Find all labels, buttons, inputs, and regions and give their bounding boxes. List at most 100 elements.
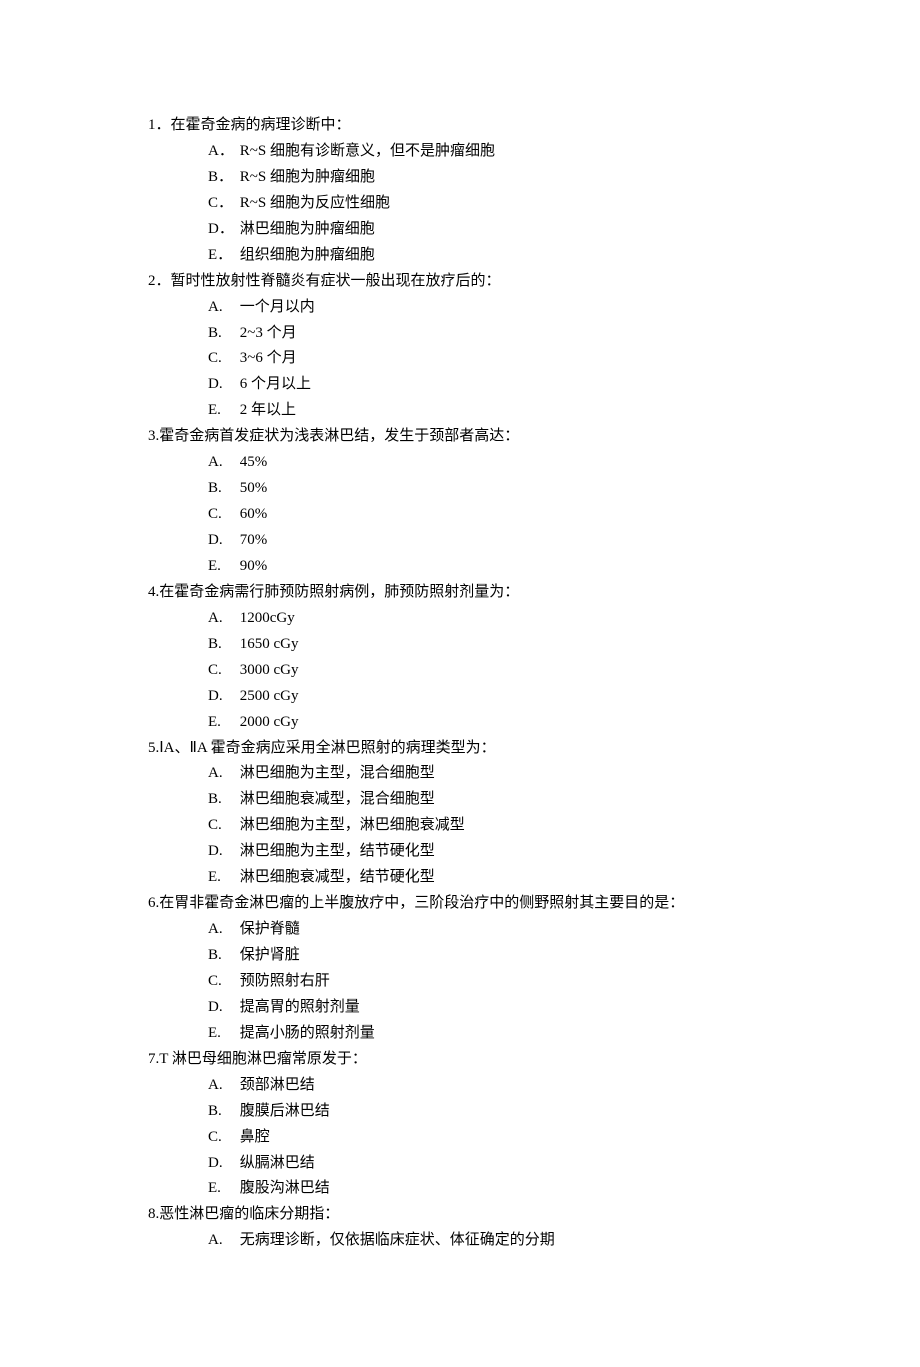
option-text: 组织细胞为肿瘤细胞 xyxy=(240,247,375,263)
option-item: D． 淋巴细胞为肿瘤细胞 xyxy=(208,217,780,243)
question-number: 1． xyxy=(148,117,171,133)
option-label: B. xyxy=(208,943,236,969)
option-text: R~S 细胞为反应性细胞 xyxy=(240,195,390,211)
option-text: 淋巴细胞为主型，混合细胞型 xyxy=(240,765,435,781)
option-label: D. xyxy=(208,1151,236,1177)
question-number: 4. xyxy=(148,584,159,600)
option-text: 6 个月以上 xyxy=(240,376,311,392)
option-item: E. 2000 cGy xyxy=(208,710,780,736)
option-text: 2000 cGy xyxy=(240,714,299,730)
question-2: 2．暂时性放射性脊髓炎有症状一般出现在放疗后的：A. 一个月以内B. 2~3 个… xyxy=(148,269,780,425)
question-7: 7.T 淋巴母细胞淋巴瘤常原发于：A. 颈部淋巴结B. 腹膜后淋巴结C. 鼻腔D… xyxy=(148,1047,780,1203)
options-list: A. 无病理诊断，仅依据临床症状、体征确定的分期 xyxy=(148,1228,780,1254)
option-label: A. xyxy=(208,450,236,476)
option-label: B. xyxy=(208,476,236,502)
option-item: A. 1200cGy xyxy=(208,606,780,632)
question-text: 8.恶性淋巴瘤的临床分期指： xyxy=(148,1202,780,1228)
question-stem: 在霍奇金病的病理诊断中： xyxy=(171,117,351,133)
option-text: 淋巴细胞为肿瘤细胞 xyxy=(240,221,375,237)
option-text: 2 年以上 xyxy=(240,402,296,418)
options-list: A. 1200cGyB. 1650 cGyC. 3000 cGyD. 2500 … xyxy=(148,606,780,736)
option-text: R~S 细胞为肿瘤细胞 xyxy=(240,169,375,185)
option-item: C. 淋巴细胞为主型，淋巴细胞衰减型 xyxy=(208,813,780,839)
option-item: E. 90% xyxy=(208,554,780,580)
question-stem: 暂时性放射性脊髓炎有症状一般出现在放疗后的： xyxy=(171,273,501,289)
option-item: A. 保护脊髓 xyxy=(208,917,780,943)
question-number: 2． xyxy=(148,273,171,289)
option-item: A. 无病理诊断，仅依据临床症状、体征确定的分期 xyxy=(208,1228,780,1254)
question-stem: 在胃非霍奇金淋巴瘤的上半腹放疗中，三阶段治疗中的侧野照射其主要目的是： xyxy=(159,895,684,911)
option-item: E. 2 年以上 xyxy=(208,398,780,424)
question-8: 8.恶性淋巴瘤的临床分期指：A. 无病理诊断，仅依据临床症状、体征确定的分期 xyxy=(148,1202,780,1254)
option-text: 50% xyxy=(240,480,268,496)
option-label: A． xyxy=(208,139,236,165)
option-item: C. 60% xyxy=(208,502,780,528)
option-item: C. 鼻腔 xyxy=(208,1125,780,1151)
option-text: 保护脊髓 xyxy=(240,921,300,937)
question-stem: 霍奇金病首发症状为浅表淋巴结，发生于颈部者高达： xyxy=(159,428,519,444)
option-text: 90% xyxy=(240,558,268,574)
option-label: B. xyxy=(208,787,236,813)
question-text: 6.在胃非霍奇金淋巴瘤的上半腹放疗中，三阶段治疗中的侧野照射其主要目的是： xyxy=(148,891,780,917)
question-6: 6.在胃非霍奇金淋巴瘤的上半腹放疗中，三阶段治疗中的侧野照射其主要目的是：A. … xyxy=(148,891,780,1047)
document-content: 1．在霍奇金病的病理诊断中：A． R~S 细胞有诊断意义，但不是肿瘤细胞B． R… xyxy=(148,113,780,1254)
option-label: A. xyxy=(208,1073,236,1099)
question-stem: 恶性淋巴瘤的临床分期指： xyxy=(159,1206,339,1222)
option-item: B. 2~3 个月 xyxy=(208,321,780,347)
option-item: C. 3~6 个月 xyxy=(208,346,780,372)
option-item: B． R~S 细胞为肿瘤细胞 xyxy=(208,165,780,191)
question-stem: T 淋巴母细胞淋巴瘤常原发于： xyxy=(159,1051,367,1067)
options-list: A. 一个月以内B. 2~3 个月C. 3~6 个月D. 6 个月以上E. 2 … xyxy=(148,295,780,425)
option-label: C. xyxy=(208,813,236,839)
option-text: 3000 cGy xyxy=(240,662,299,678)
question-number: 5. xyxy=(148,740,159,756)
option-label: D. xyxy=(208,684,236,710)
option-item: D. 2500 cGy xyxy=(208,684,780,710)
option-label: B. xyxy=(208,1099,236,1125)
question-number: 7. xyxy=(148,1051,159,1067)
option-label: A. xyxy=(208,761,236,787)
option-label: A. xyxy=(208,917,236,943)
option-item: E. 提高小肠的照射剂量 xyxy=(208,1021,780,1047)
question-1: 1．在霍奇金病的病理诊断中：A． R~S 细胞有诊断意义，但不是肿瘤细胞B． R… xyxy=(148,113,780,269)
question-3: 3.霍奇金病首发症状为浅表淋巴结，发生于颈部者高达：A. 45%B. 50%C.… xyxy=(148,424,780,580)
options-list: A. 淋巴细胞为主型，混合细胞型 B. 淋巴细胞衰减型，混合细胞型C. 淋巴细胞为… xyxy=(148,761,780,891)
option-item: D. 淋巴细胞为主型，结节硬化型 xyxy=(208,839,780,865)
option-text: 2500 cGy xyxy=(240,688,299,704)
option-item: A． R~S 细胞有诊断意义，但不是肿瘤细胞 xyxy=(208,139,780,165)
option-text: 2~3 个月 xyxy=(240,325,297,341)
option-text: 预防照射右肝 xyxy=(240,973,330,989)
option-text: R~S 细胞有诊断意义，但不是肿瘤细胞 xyxy=(240,143,495,159)
question-number: 3. xyxy=(148,428,159,444)
question-5: 5.ⅠA、ⅡA 霍奇金病应采用全淋巴照射的病理类型为： A. 淋巴细胞为主型，混合… xyxy=(148,736,780,892)
question-text: 7.T 淋巴母细胞淋巴瘤常原发于： xyxy=(148,1047,780,1073)
option-text: 45% xyxy=(240,454,268,470)
option-text: 无病理诊断，仅依据临床症状、体征确定的分期 xyxy=(240,1232,555,1248)
option-item: B. 淋巴细胞衰减型，混合细胞型 xyxy=(208,787,780,813)
option-text: 一个月以内 xyxy=(240,299,315,315)
option-item: E. 淋巴细胞衰减型，结节硬化型 xyxy=(208,865,780,891)
option-text: 纵膈淋巴结 xyxy=(240,1155,315,1171)
option-item: B. 保护肾脏 xyxy=(208,943,780,969)
question-stem: 在霍奇金病需行肺预防照射病例，肺预防照射剂量为： xyxy=(159,584,519,600)
question-number: 8. xyxy=(148,1206,159,1222)
option-text: 提高小肠的照射剂量 xyxy=(240,1025,375,1041)
option-text: 1200cGy xyxy=(240,610,295,626)
question-text: 3.霍奇金病首发症状为浅表淋巴结，发生于颈部者高达： xyxy=(148,424,780,450)
question-number: 6. xyxy=(148,895,159,911)
option-item: B. 50% xyxy=(208,476,780,502)
option-label: E. xyxy=(208,1176,236,1202)
option-text: 腹膜后淋巴结 xyxy=(240,1103,330,1119)
question-text: 4.在霍奇金病需行肺预防照射病例，肺预防照射剂量为： xyxy=(148,580,780,606)
question-stem: ⅠA、ⅡA 霍奇金病应采用全淋巴照射的病理类型为： xyxy=(159,740,495,756)
option-text: 淋巴细胞为主型，淋巴细胞衰减型 xyxy=(240,817,465,833)
option-item: D. 纵膈淋巴结 xyxy=(208,1151,780,1177)
option-label: E. xyxy=(208,865,236,891)
option-item: C. 3000 cGy xyxy=(208,658,780,684)
option-item: A. 一个月以内 xyxy=(208,295,780,321)
option-label: A. xyxy=(208,295,236,321)
options-list: A. 颈部淋巴结B. 腹膜后淋巴结C. 鼻腔D. 纵膈淋巴结E. 腹股沟淋巴结 xyxy=(148,1073,780,1203)
option-label: A. xyxy=(208,606,236,632)
option-text: 颈部淋巴结 xyxy=(240,1077,315,1093)
option-text: 淋巴细胞衰减型，结节硬化型 xyxy=(240,869,435,885)
